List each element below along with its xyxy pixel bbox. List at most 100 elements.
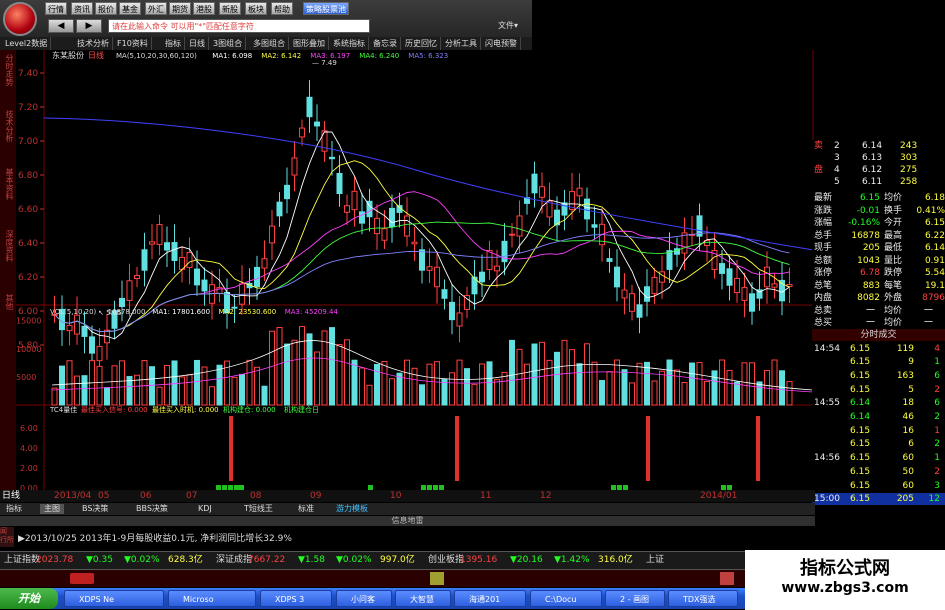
toolbar-button-2[interactable]: 报价	[95, 2, 117, 15]
funcbar-item-0[interactable]: Level2数据	[2, 37, 52, 50]
left-tab-2[interactable]: 基本资料	[1, 168, 15, 200]
taskbar-item-3[interactable]: 小问客	[336, 590, 392, 607]
toolbar-button-8[interactable]: 板块	[245, 2, 267, 15]
indicator-tab-0[interactable]: 指标	[2, 504, 26, 514]
volume-bar	[194, 359, 200, 406]
ticker-name: 深证成指	[216, 555, 253, 565]
volume-bar	[779, 370, 785, 406]
candle-body	[771, 283, 778, 288]
funcbar-item-8[interactable]: 系统指标	[330, 37, 369, 50]
volume-bar	[509, 339, 515, 406]
left-tab-1[interactable]: 技术分析	[1, 110, 15, 142]
volume-bar	[329, 327, 335, 406]
alert-icon[interactable]	[70, 573, 94, 584]
volume-bar	[629, 382, 635, 406]
ticks-title[interactable]: 分时成交	[812, 328, 945, 341]
volume-bar	[156, 386, 163, 406]
toolbar-button-10[interactable]: 策略股票池	[303, 2, 349, 15]
left-tab-0[interactable]: 分时走势	[1, 54, 15, 86]
taskbar-item-4[interactable]: 大智慧	[395, 590, 451, 607]
candle-body	[576, 187, 583, 197]
funcbar-item-9[interactable]: 备忘录	[370, 37, 401, 50]
vol-legend-item: 16878.000	[108, 308, 146, 316]
candle-body	[74, 314, 80, 335]
funcbar-item-5[interactable]: 3图组合	[210, 37, 247, 50]
info-mine-bar[interactable]: 信息地雷	[0, 516, 815, 526]
volume-bar	[74, 375, 80, 406]
funcbar-item-10[interactable]: 历史回忆	[402, 37, 441, 50]
forward-button[interactable]: ▶	[76, 19, 102, 33]
volume-bar	[449, 372, 455, 406]
back-button[interactable]: ◀	[48, 19, 74, 33]
stock-chart[interactable]: 7.407.207.006.806.606.406.206.005.80 150…	[16, 50, 815, 490]
ticker-pct: ▼0.02%	[336, 555, 372, 565]
indicator-tab-4[interactable]: KDJ	[194, 504, 216, 514]
candle-body	[509, 233, 515, 236]
toolbar-button-6[interactable]: 港股	[193, 2, 215, 15]
volume-bar	[666, 359, 673, 406]
volume-bar	[434, 361, 440, 406]
candle-body	[629, 293, 635, 312]
timeline-label: 12	[540, 491, 552, 501]
taskbar-item-2[interactable]: XDPS 3	[260, 590, 332, 607]
timeline-label: 11	[480, 491, 492, 501]
ticker-amount: 628.3亿	[168, 555, 203, 565]
taskbar-item-5[interactable]: 海通201	[454, 590, 526, 607]
funcbar-item-2[interactable]: F10资料	[114, 37, 152, 50]
toolbar-button-4[interactable]: 外汇	[145, 2, 167, 15]
taskbar-item-6[interactable]: C:\Docu	[530, 590, 602, 607]
funcbar-item-7[interactable]: 图形叠加	[290, 37, 329, 50]
timeline-label: 2013/04	[54, 491, 92, 501]
candle-body	[666, 250, 673, 270]
timeline-label: 05	[98, 491, 110, 501]
notify-icon[interactable]	[430, 572, 444, 585]
indicator-tab-1[interactable]: 主图	[40, 504, 64, 514]
candle-body	[276, 201, 283, 217]
toolbar-button-9[interactable]: 帮助	[271, 2, 293, 15]
indicator-tab-6[interactable]: 标准	[294, 504, 318, 514]
app-logo-icon[interactable]	[3, 2, 37, 36]
file-menu[interactable]: 文件▾	[498, 20, 518, 31]
taskbar-item-0[interactable]: XDPS Ne	[64, 590, 164, 607]
funcbar-item-3[interactable]: 指标	[162, 37, 185, 50]
indicator-tab-5[interactable]: T短线王	[240, 504, 277, 514]
toolbar-button-0[interactable]: 行情	[45, 2, 67, 15]
indicator-tab-3[interactable]: BBS决策	[132, 504, 172, 514]
taskbar-item-7[interactable]: 2 - 画图	[605, 590, 665, 607]
funcbar-item-11[interactable]: 分析工具	[442, 37, 481, 50]
volume-bar	[696, 362, 703, 406]
volume-bar	[674, 369, 680, 406]
high-marker: — 7.49	[312, 59, 337, 67]
price-tick: 6.20	[18, 273, 38, 283]
candle-body	[89, 336, 95, 354]
candle-body	[374, 217, 380, 235]
vol-tick: 15000	[16, 317, 41, 326]
toolbar-button-3[interactable]: 基金	[119, 2, 141, 15]
funcbar-item-1[interactable]: 技术分析	[74, 37, 113, 50]
tick-row: 6.15 60 3	[850, 480, 940, 491]
funcbar-item-4[interactable]: 日线	[186, 37, 209, 50]
command-input[interactable]: 请在此输入命令 可以用"*"匹配任意字符	[108, 19, 370, 33]
volume-bar	[681, 381, 688, 406]
toolbar-button-1[interactable]: 资讯	[71, 2, 93, 15]
taskbar-item-1[interactable]: Microso	[168, 590, 256, 607]
taskbar-item-8[interactable]: TDX强选	[668, 590, 738, 607]
toolbar-button-7[interactable]: 新股	[219, 2, 241, 15]
tray-icon[interactable]	[720, 572, 734, 585]
candle-body	[351, 190, 358, 211]
candle-body	[119, 297, 125, 308]
indicator-tab-7[interactable]: 游力模板	[332, 504, 372, 514]
news-item[interactable]: ▶2013/10/25 2013年1-9月每股收益0.1元, 净利润同比增长32…	[18, 531, 292, 544]
left-tab-4[interactable]: 其他	[1, 294, 15, 310]
toolbar-button-5[interactable]: 期货	[169, 2, 191, 15]
price-tick: 6.00	[18, 307, 38, 317]
volume-bar	[479, 363, 485, 406]
indicator-tab-2[interactable]: BS决策	[78, 504, 112, 514]
funcbar-item-6[interactable]: 多图组合	[250, 37, 289, 50]
volume-bar	[771, 359, 778, 406]
funcbar-item-12[interactable]: 闪电预警	[482, 37, 521, 50]
quote-stat-row: 最新 6.15 均价 6.18	[814, 193, 945, 203]
volume-bar	[239, 373, 245, 406]
left-tab-3[interactable]: 深度资料	[1, 230, 15, 262]
start-button[interactable]: 开始	[0, 588, 58, 609]
